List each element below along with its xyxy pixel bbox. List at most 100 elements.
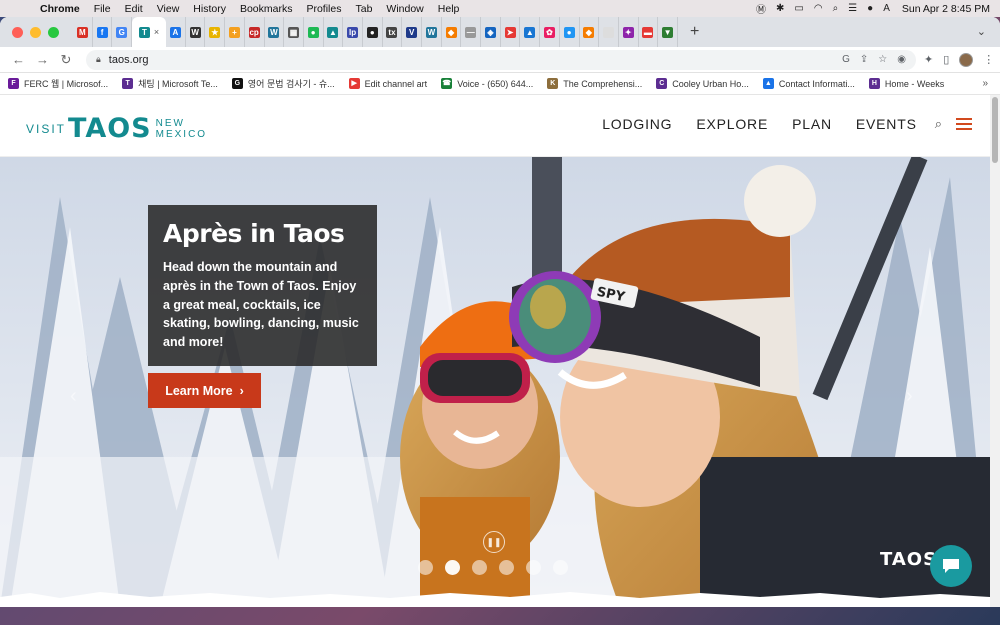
tab[interactable]: ▬ bbox=[639, 17, 659, 47]
bookmark-item[interactable]: C Cooley Urban Ho... bbox=[656, 78, 749, 89]
menubar-clock[interactable]: Sun Apr 2 8:45 PM bbox=[902, 3, 990, 15]
carousel-dot[interactable] bbox=[553, 560, 568, 575]
visit-taos-logo[interactable]: VISIT TAOS NEW MEXICO bbox=[26, 113, 207, 144]
bookmark-item[interactable]: ▶ Edit channel art bbox=[348, 78, 427, 89]
bookmark-item[interactable]: H Home - Weeks bbox=[868, 78, 944, 89]
tab[interactable]: ● bbox=[560, 17, 580, 47]
tab[interactable]: ➤ bbox=[501, 17, 521, 47]
minimize-window-button[interactable] bbox=[30, 26, 41, 38]
more-menu-icon[interactable]: ⋮ bbox=[983, 53, 994, 66]
nav-plan[interactable]: PLAN bbox=[792, 116, 832, 132]
carousel-prev-icon[interactable]: ‹ bbox=[70, 385, 77, 408]
search-icon[interactable]: ⌕ bbox=[935, 116, 942, 132]
side-panel-icon[interactable]: ▯ bbox=[943, 53, 949, 66]
carousel-dot[interactable] bbox=[418, 560, 433, 575]
page-scrollbar[interactable] bbox=[990, 95, 1000, 607]
tab[interactable]: ✦ bbox=[619, 17, 639, 47]
close-window-button[interactable] bbox=[12, 26, 23, 38]
tab[interactable]: W bbox=[265, 17, 285, 47]
tab[interactable]: ● bbox=[304, 17, 324, 47]
tab[interactable]: W bbox=[186, 17, 206, 47]
profile-menu-icon[interactable]: ● bbox=[867, 3, 873, 14]
menu-edit[interactable]: Edit bbox=[125, 3, 143, 15]
carousel-dot[interactable] bbox=[499, 560, 514, 575]
reload-icon[interactable]: ↻ bbox=[60, 52, 72, 68]
nav-events[interactable]: EVENTS bbox=[856, 116, 917, 132]
menu-help[interactable]: Help bbox=[438, 3, 460, 15]
extensions-icon[interactable]: ✦ bbox=[924, 53, 933, 66]
bookmark-item[interactable]: G 영어 문법 검사기 - 슈... bbox=[231, 77, 335, 90]
tab[interactable]: ▲ bbox=[520, 17, 541, 47]
m-icon[interactable]: Ⓜ bbox=[756, 1, 766, 16]
tab[interactable]: A bbox=[166, 17, 186, 47]
menu-bookmarks[interactable]: Bookmarks bbox=[240, 3, 293, 15]
bookmark-item[interactable]: F FERC 웹 | Microsof... bbox=[8, 77, 108, 90]
menu-profiles[interactable]: Profiles bbox=[306, 3, 341, 15]
tab[interactable]: tx bbox=[383, 17, 403, 47]
tab-active[interactable]: T × bbox=[132, 17, 167, 47]
learn-more-button[interactable]: Learn More › bbox=[148, 373, 261, 408]
menu-app-name[interactable]: Chrome bbox=[40, 3, 80, 15]
hamburger-menu-icon[interactable] bbox=[956, 118, 972, 130]
wifi-icon[interactable]: ◠ bbox=[814, 3, 823, 14]
spotlight-search-icon[interactable]: ⌕ bbox=[833, 3, 839, 14]
battery-icon[interactable]: ▭ bbox=[794, 3, 803, 14]
tab[interactable]: ◆ bbox=[580, 17, 600, 47]
address-bar[interactable]: 🔒︎ taos.org G ⇪ ☆ ◉ bbox=[86, 49, 916, 70]
tab[interactable]: ▦ bbox=[284, 17, 304, 47]
bookmark-item[interactable]: ▲ Contact Informati... bbox=[762, 78, 855, 89]
scrollbar-thumb[interactable] bbox=[992, 97, 998, 163]
bookmark-item[interactable]: ☎ Voice - (650) 644... bbox=[441, 78, 533, 89]
google-lens-icon[interactable]: G bbox=[842, 54, 850, 65]
close-tab-icon[interactable]: × bbox=[154, 27, 159, 37]
nav-explore[interactable]: EXPLORE bbox=[696, 116, 768, 132]
tab[interactable]: ★ bbox=[205, 17, 226, 47]
tab[interactable] bbox=[599, 17, 619, 47]
bookmark-star-icon[interactable]: ☆ bbox=[878, 54, 887, 65]
tab[interactable]: W bbox=[422, 17, 442, 47]
extension-badge-icon[interactable]: ◉ bbox=[897, 54, 906, 65]
tab[interactable]: ◆ bbox=[442, 17, 462, 47]
tab[interactable]: f bbox=[93, 17, 113, 47]
more-bookmarks-icon[interactable]: » bbox=[982, 78, 988, 89]
menu-history[interactable]: History bbox=[193, 3, 226, 15]
menu-tab[interactable]: Tab bbox=[355, 3, 372, 15]
carousel-dot[interactable] bbox=[472, 560, 487, 575]
chat-button[interactable] bbox=[930, 545, 972, 587]
back-icon[interactable]: ← bbox=[12, 52, 25, 67]
menu-window[interactable]: Window bbox=[386, 3, 423, 15]
tab[interactable]: G bbox=[112, 17, 133, 47]
tab[interactable]: ◈ bbox=[481, 17, 501, 47]
url-text[interactable]: taos.org bbox=[109, 54, 842, 66]
menu-file[interactable]: File bbox=[94, 3, 111, 15]
tab[interactable]: lp bbox=[343, 17, 363, 47]
share-icon[interactable]: ⇪ bbox=[860, 54, 868, 65]
tab[interactable]: V bbox=[402, 17, 422, 47]
forward-icon[interactable]: → bbox=[36, 52, 49, 67]
lock-icon[interactable]: 🔒︎ bbox=[96, 54, 101, 65]
control-center-icon[interactable]: ☰ bbox=[848, 3, 857, 14]
tab[interactable]: + bbox=[225, 17, 245, 47]
carousel-dot[interactable] bbox=[526, 560, 541, 575]
tab-search-icon[interactable]: ⌄ bbox=[977, 25, 986, 38]
blank-icon bbox=[603, 26, 615, 38]
bookmark-item[interactable]: K The Comprehensi... bbox=[547, 78, 642, 89]
tab[interactable]: ▼ bbox=[658, 17, 678, 47]
translate-icon[interactable]: A bbox=[883, 3, 890, 14]
tab[interactable]: ✿ bbox=[540, 17, 560, 47]
bluetooth-icon[interactable]: ✱ bbox=[776, 3, 784, 14]
tab[interactable]: ● bbox=[363, 17, 383, 47]
menu-view[interactable]: View bbox=[157, 3, 180, 15]
profile-avatar[interactable] bbox=[959, 52, 974, 67]
tab[interactable]: ▲ bbox=[324, 17, 344, 47]
tab[interactable]: — bbox=[461, 17, 482, 47]
nav-lodging[interactable]: LODGING bbox=[602, 116, 672, 132]
tab[interactable]: M bbox=[73, 17, 93, 47]
bookmark-item[interactable]: T 채팅 | Microsoft Te... bbox=[122, 77, 218, 90]
zoom-window-button[interactable] bbox=[48, 26, 59, 38]
carousel-pause-button[interactable]: ❚❚ bbox=[483, 531, 505, 553]
tab[interactable]: cp bbox=[245, 17, 265, 47]
carousel-dot[interactable] bbox=[445, 560, 460, 575]
new-tab-button[interactable]: + bbox=[690, 23, 699, 41]
carousel-next-icon[interactable]: › bbox=[906, 385, 913, 408]
